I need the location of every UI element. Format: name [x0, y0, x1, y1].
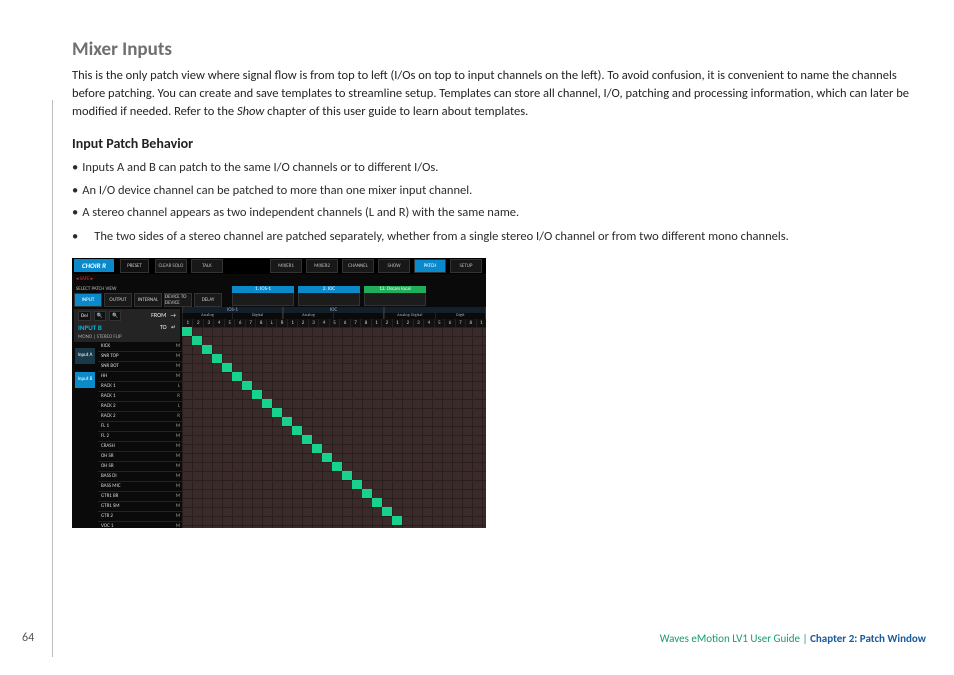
patch-cell[interactable]: [322, 453, 332, 462]
tab-show[interactable]: SHOW: [378, 259, 410, 273]
device-thumb[interactable]: 1. IOS-1: [232, 286, 294, 306]
patch-cell[interactable]: [182, 327, 192, 336]
channel-row[interactable]: RACK 1L: [98, 382, 182, 392]
channel-row[interactable]: VOC 1M: [98, 522, 182, 528]
patch-cell[interactable]: [262, 399, 272, 408]
patch-cell[interactable]: [232, 372, 242, 381]
footer-chapter: Chapter 2: Patch Window: [810, 632, 926, 645]
channel-row[interactable]: FL 2M: [98, 432, 182, 442]
device-thumb[interactable]: 13. Oscars local: [364, 286, 426, 306]
mono-stereo-label: MONO | STEREO FLIP: [78, 334, 176, 340]
patch-view-output[interactable]: OUTPUT: [104, 293, 132, 307]
to-arrow-icon: ↵: [170, 323, 176, 332]
bullet-3: A stereo channel appears as two independ…: [72, 203, 926, 222]
channel-row[interactable]: RACK 2L: [98, 402, 182, 412]
patch-cell[interactable]: [312, 444, 322, 453]
tab-mixer2[interactable]: MIXER2: [306, 259, 338, 273]
channel-row[interactable]: RACK 1R: [98, 392, 182, 402]
select-patch-view-label: SELECT PATCH VIEW: [74, 285, 222, 293]
channel-row[interactable]: HHM: [98, 372, 182, 382]
patch-view-delay[interactable]: DELAY: [194, 293, 222, 307]
page-number: 64: [22, 631, 34, 645]
channel-row[interactable]: BASS DIM: [98, 472, 182, 482]
from-label: FROM: [151, 311, 166, 321]
safe-indicator: ◂ SAFE ▸: [76, 276, 93, 282]
patch-view-device-to-device[interactable]: DEVICE TO DEVICE: [164, 293, 192, 307]
patch-cell[interactable]: [272, 408, 282, 417]
intro-b: chapter of this user guide to learn abou…: [264, 104, 528, 119]
patch-cell[interactable]: [332, 462, 342, 471]
side-rule: [52, 100, 53, 657]
patch-cell[interactable]: [342, 471, 352, 480]
tab-channel[interactable]: CHANNEL: [342, 259, 374, 273]
channel-row[interactable]: KICKM: [98, 342, 182, 352]
subsection-title: Input Patch Behavior: [72, 135, 926, 152]
channel-row[interactable]: GTR1 BRM: [98, 492, 182, 502]
input-a-tab[interactable]: Input A: [75, 348, 95, 364]
tab-setup[interactable]: SETUP: [450, 259, 482, 273]
patch-cell[interactable]: [212, 354, 222, 363]
patch-view-internal[interactable]: INTERNAL: [134, 293, 162, 307]
tab-patch[interactable]: PATCH: [414, 259, 446, 273]
channel-row[interactable]: OH SRM: [98, 462, 182, 472]
patch-cell[interactable]: [362, 489, 372, 498]
section-title: Mixer Inputs: [72, 38, 926, 61]
bullet-1: Inputs A and B can patch to the same I/O…: [72, 158, 926, 177]
search2-button[interactable]: 🔍: [109, 311, 121, 321]
patch-cell[interactable]: [302, 435, 312, 444]
patch-cell[interactable]: [372, 498, 382, 507]
delete-button[interactable]: Del: [78, 311, 91, 321]
channel-row[interactable]: SNR BOTM: [98, 362, 182, 372]
tab-mixer1[interactable]: MIXER1: [270, 259, 302, 273]
patch-cell[interactable]: [242, 381, 252, 390]
patch-view-input[interactable]: INPUT: [74, 293, 102, 307]
from-arrow-icon: →: [169, 311, 176, 321]
input-b-title: INPUT B: [78, 323, 102, 332]
patch-cell[interactable]: [282, 417, 292, 426]
device-thumb[interactable]: 2. IOC: [298, 286, 360, 306]
search-button[interactable]: 🔍: [94, 311, 106, 321]
patch-cell[interactable]: [192, 336, 202, 345]
intro-paragraph: This is the only patch view where signal…: [72, 67, 926, 121]
channel-row[interactable]: GTR 2M: [98, 512, 182, 522]
channel-row[interactable]: GTR1 SMM: [98, 502, 182, 512]
channel-row[interactable]: FL 1M: [98, 422, 182, 432]
patch-cell[interactable]: [202, 345, 212, 354]
channel-row[interactable]: BASS MICM: [98, 482, 182, 492]
patch-cell[interactable]: [252, 390, 262, 399]
to-label: TO: [160, 323, 167, 332]
footer-guide: Waves eMotion LV1 User Guide: [660, 632, 800, 645]
patch-cell[interactable]: [352, 480, 362, 489]
channel-label: CHOIR R: [74, 259, 114, 272]
patch-cell[interactable]: [392, 516, 402, 525]
patch-cell[interactable]: [222, 363, 232, 372]
talk-button[interactable]: TALK: [191, 259, 223, 273]
channel-row[interactable]: CRASHM: [98, 442, 182, 452]
patch-cell[interactable]: [382, 507, 392, 516]
patch-window-screenshot: CHOIR R PRESET CLEAR SOLO TALK MIXER1 MIX…: [72, 258, 486, 528]
sub-bullet-1: The two sides of a stereo channel are pa…: [102, 227, 926, 246]
channel-row[interactable]: RACK 2R: [98, 412, 182, 422]
clear-solo-button[interactable]: CLEAR SOLO: [155, 259, 187, 273]
page-footer: Waves eMotion LV1 User Guide | Chapter 2…: [660, 632, 926, 645]
channel-row[interactable]: SNR TOPM: [98, 352, 182, 362]
intro-show: Show: [237, 104, 264, 119]
input-b-tab[interactable]: Input B: [75, 372, 95, 388]
bullet-2: An I/O device channel can be patched to …: [72, 181, 926, 200]
channel-row[interactable]: OH SRM: [98, 452, 182, 462]
patch-cell[interactable]: [292, 426, 302, 435]
preset-box[interactable]: PRESET: [120, 259, 149, 273]
